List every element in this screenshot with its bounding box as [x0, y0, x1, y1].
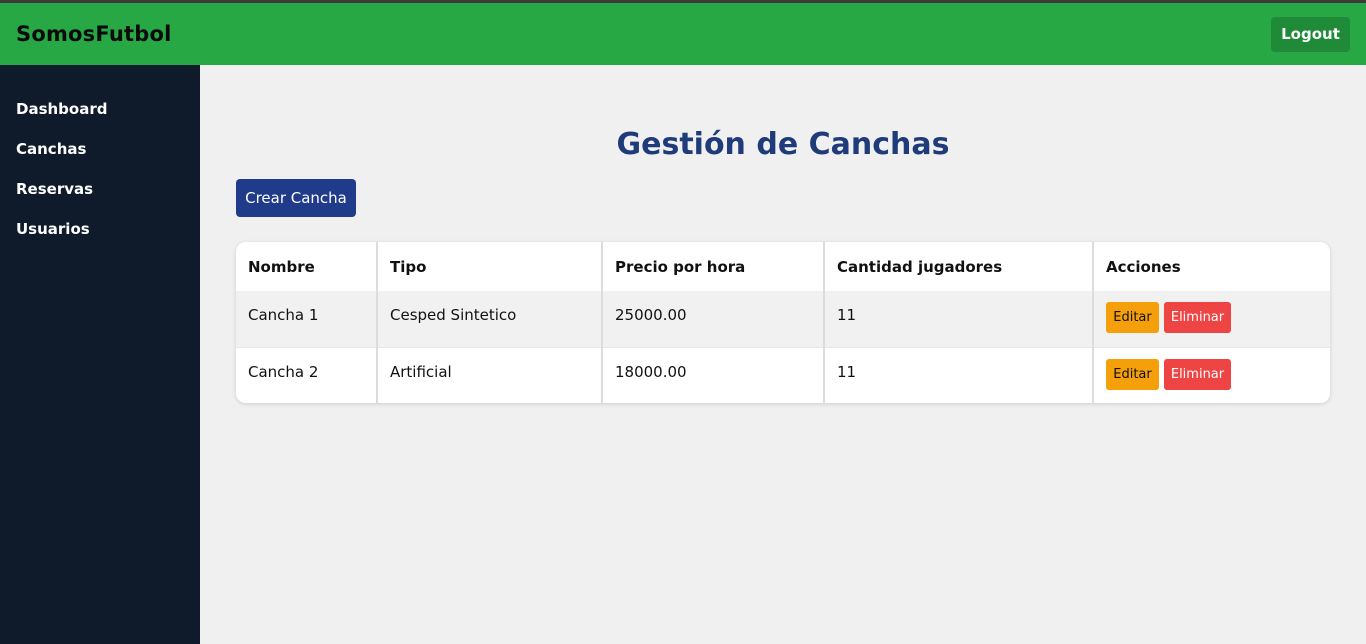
column-header-acciones: Acciones — [1093, 242, 1330, 291]
column-header-nombre: Nombre — [236, 242, 378, 291]
edit-button[interactable]: Editar — [1106, 358, 1159, 390]
page-title: Gestión de Canchas — [616, 127, 950, 162]
delete-button[interactable]: Eliminar — [1164, 302, 1231, 333]
cell-cantidad: 11 — [824, 291, 1094, 347]
sidebar-item-dashboard[interactable]: Dashboard — [0, 99, 200, 139]
brand-logo: SomosFutbol — [16, 22, 172, 46]
cell-tipo: Cesped Sintetico — [377, 291, 603, 347]
top-bar: SomosFutbol Logout — [0, 0, 1366, 65]
cell-tipo: Artificial — [377, 347, 603, 403]
table-row: Cancha 1 Cesped Sintetico 25000.00 11 Ed… — [236, 291, 1330, 347]
table-header-row: Nombre Tipo Precio por hora Cantidad jug… — [236, 242, 1330, 291]
delete-button[interactable]: Eliminar — [1164, 358, 1231, 390]
cell-acciones: Editar Eliminar — [1093, 347, 1330, 403]
sidebar: Dashboard Canchas Reservas Usuarios — [0, 65, 200, 644]
logout-button[interactable]: Logout — [1271, 16, 1350, 52]
cell-cantidad: 11 — [824, 347, 1094, 403]
sidebar-item-usuarios[interactable]: Usuarios — [0, 219, 200, 259]
sidebar-item-canchas[interactable]: Canchas — [0, 139, 200, 179]
cell-precio: 25000.00 — [602, 291, 825, 347]
cell-nombre: Cancha 1 — [236, 291, 378, 347]
sidebar-item-reservas[interactable]: Reservas — [0, 179, 200, 219]
table-row: Cancha 2 Artificial 18000.00 11 Editar El… — [236, 347, 1330, 403]
cell-acciones: Editar Eliminar — [1093, 291, 1330, 347]
column-header-cantidad: Cantidad jugadores — [824, 242, 1094, 291]
column-header-tipo: Tipo — [377, 242, 603, 291]
edit-button[interactable]: Editar — [1106, 302, 1159, 333]
cell-nombre: Cancha 2 — [236, 347, 378, 403]
cell-precio: 18000.00 — [602, 347, 825, 403]
canchas-table-container: Nombre Tipo Precio por hora Cantidad jug… — [236, 242, 1330, 403]
main-content: Gestión de Canchas Crear Cancha Nombre T… — [200, 65, 1366, 644]
create-cancha-button[interactable]: Crear Cancha — [236, 179, 356, 217]
column-header-precio: Precio por hora — [602, 242, 825, 291]
canchas-table: Nombre Tipo Precio por hora Cantidad jug… — [236, 242, 1330, 403]
